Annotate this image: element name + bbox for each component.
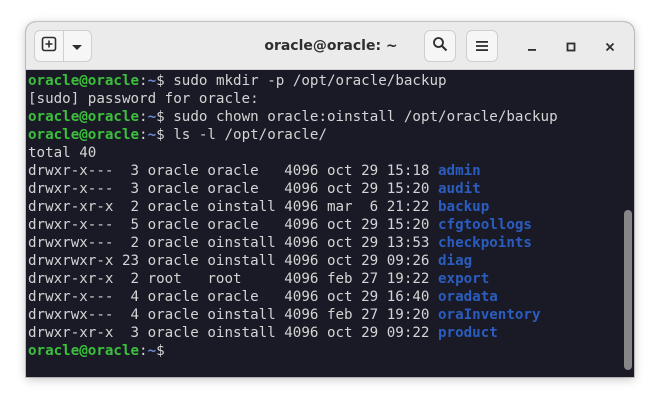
listing-row: drwxrwx--- 2 oracle oinstall 4096 oct 29… (28, 234, 618, 252)
prompt-separator: : (139, 109, 148, 125)
new-tab-icon (41, 36, 57, 56)
new-tab-menu-button[interactable] (62, 31, 92, 61)
prompt-path: ~ (147, 127, 157, 143)
search-icon (432, 36, 448, 56)
prompt-user-host: oracle@oracle (28, 127, 140, 143)
listing-row: drwxr-xr-x 2 root root 4096 feb 27 19:22… (28, 270, 618, 288)
main-menu-button[interactable] (466, 30, 498, 62)
new-tab-button[interactable] (35, 31, 63, 61)
listing-meta: drwxr-x--- 3 oracle oracle 4096 oct 29 1… (28, 181, 438, 197)
terminal-output[interactable]: oracle@oracle:~$ sudo mkdir -p /opt/orac… (26, 70, 634, 377)
listing-meta: drwxr-xr-x 2 root root 4096 feb 27 19:22 (28, 271, 438, 287)
prompt-line: oracle@oracle:~$ sudo mkdir -p /opt/orac… (28, 72, 618, 90)
listing-meta: drwxrwx--- 2 oracle oinstall 4096 oct 29… (28, 235, 438, 251)
output-text: [sudo] password for oracle: (28, 91, 259, 107)
new-tab-split-button (34, 30, 92, 62)
listing-meta: drwxr-xr-x 3 oracle oinstall 4096 oct 29… (28, 325, 438, 341)
hamburger-menu-icon (475, 37, 489, 56)
minimize-button[interactable] (520, 34, 544, 58)
listing-row: drwxr-x--- 4 oracle oracle 4096 oct 29 1… (28, 288, 618, 306)
prompt-path: ~ (147, 73, 157, 89)
minimize-icon (527, 37, 537, 56)
output-line: total 40 (28, 144, 618, 162)
prompt-separator: : (139, 127, 148, 143)
title-bar: oracle@oracle: ~ (26, 22, 634, 70)
prompt-symbol: $ (156, 109, 174, 125)
directory-name: admin (438, 163, 481, 179)
command-text: ls -l /opt/oracle/ (173, 127, 327, 143)
directory-name: product (438, 325, 498, 341)
prompt-line: oracle@oracle:~$ sudo chown oracle:oinst… (28, 108, 618, 126)
directory-name: cfgtoollogs (438, 217, 532, 233)
listing-row: drwxrwx--- 4 oracle oinstall 4096 feb 27… (28, 306, 618, 324)
command-text: sudo chown oracle:oinstall /opt/oracle/b… (173, 109, 558, 125)
directory-name: backup (438, 199, 490, 215)
listing-row: drwxr-x--- 3 oracle oracle 4096 oct 29 1… (28, 180, 618, 198)
listing-row: drwxrwxr-x 23 oracle oinstall 4096 oct 2… (28, 252, 618, 270)
text-cursor (173, 342, 181, 358)
close-button[interactable] (598, 34, 622, 58)
listing-meta: drwxr-x--- 4 oracle oracle 4096 oct 29 1… (28, 289, 438, 305)
listing-meta: drwxr-x--- 3 oracle oracle 4096 oct 29 1… (28, 163, 438, 179)
directory-name: diag (438, 253, 473, 269)
output-text: total 40 (28, 145, 97, 161)
prompt-user-host: oracle@oracle (28, 343, 140, 359)
directory-name: oradata (438, 289, 498, 305)
directory-name: audit (438, 181, 481, 197)
prompt-path: ~ (147, 109, 157, 125)
close-icon (605, 37, 615, 56)
listing-meta: drwxrwxr-x 23 oracle oinstall 4096 oct 2… (28, 253, 438, 269)
output-line: [sudo] password for oracle: (28, 90, 618, 108)
listing-row: drwxr-x--- 5 oracle oracle 4096 oct 29 1… (28, 216, 618, 234)
terminal-lines: oracle@oracle:~$ sudo mkdir -p /opt/orac… (28, 72, 618, 360)
prompt-path: ~ (147, 343, 157, 359)
prompt-line: oracle@oracle:~$ ls -l /opt/oracle/ (28, 126, 618, 144)
listing-meta: drwxrwx--- 4 oracle oinstall 4096 feb 27… (28, 307, 438, 323)
listing-row: drwxr-xr-x 3 oracle oinstall 4096 oct 29… (28, 324, 618, 342)
prompt-symbol: $ (156, 343, 174, 359)
directory-name: checkpoints (438, 235, 532, 251)
maximize-icon (566, 37, 576, 56)
prompt-user-host: oracle@oracle (28, 109, 140, 125)
listing-meta: drwxr-xr-x 2 oracle oinstall 4096 mar 6 … (28, 199, 438, 215)
window-title: oracle@oracle: ~ (264, 38, 398, 54)
prompt-symbol: $ (156, 73, 174, 89)
search-button[interactable] (424, 30, 456, 62)
command-text: sudo mkdir -p /opt/oracle/backup (173, 73, 447, 89)
directory-name: oraInventory (438, 307, 541, 323)
prompt-user-host: oracle@oracle (28, 73, 140, 89)
directory-name: export (438, 271, 490, 287)
prompt-separator: : (139, 73, 148, 89)
listing-meta: drwxr-x--- 5 oracle oracle 4096 oct 29 1… (28, 217, 438, 233)
listing-row: drwxr-x--- 3 oracle oracle 4096 oct 29 1… (28, 162, 618, 180)
prompt-symbol: $ (156, 127, 174, 143)
prompt-separator: : (139, 343, 148, 359)
chevron-down-icon (71, 37, 83, 56)
scrollbar[interactable] (624, 210, 632, 370)
listing-row: drwxr-xr-x 2 oracle oinstall 4096 mar 6 … (28, 198, 618, 216)
maximize-button[interactable] (559, 34, 583, 58)
prompt-line: oracle@oracle:~$ (28, 342, 618, 360)
terminal-window: oracle@oracle: ~ oracle@oracle:~$ sudo m… (26, 22, 634, 377)
